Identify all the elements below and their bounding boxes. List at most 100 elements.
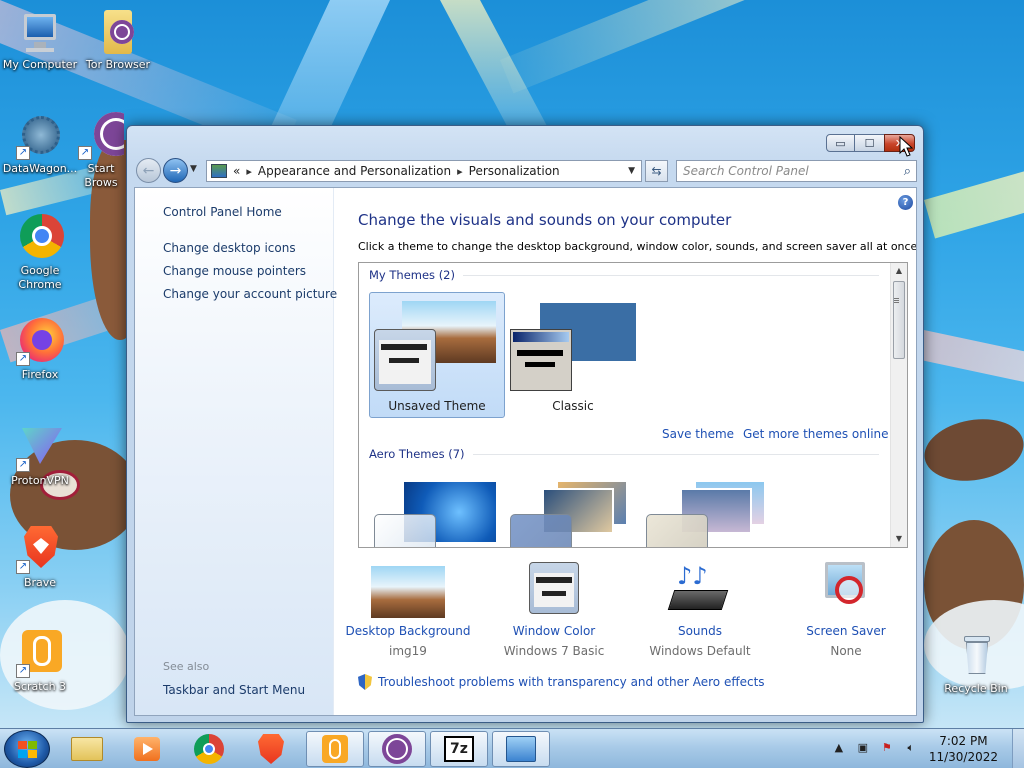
navigation-bar: ← → ▼ « ▸ Appearance and Personalization…	[135, 157, 917, 184]
desktop-icon-tor-browser[interactable]: Tor Browser	[78, 8, 158, 72]
volume-icon[interactable]: 🔈︎	[902, 741, 920, 757]
scrollbar-thumb[interactable]	[893, 281, 905, 359]
scratch-icon	[322, 735, 348, 763]
page-description: Click a theme to change the desktop back…	[358, 240, 917, 253]
theme-unsaved[interactable]: Unsaved Theme	[369, 292, 505, 418]
forward-button[interactable]: →	[163, 158, 188, 183]
network-icon[interactable]: ▣	[854, 741, 872, 757]
taskbar-media-player[interactable]	[118, 731, 176, 767]
start-button[interactable]	[4, 730, 50, 768]
desktop-icon-recycle-bin[interactable]: Recycle Bin	[936, 632, 1016, 696]
start-browser-icon: ↗	[78, 112, 124, 160]
troubleshoot-label[interactable]: Troubleshoot problems with transparency …	[378, 675, 765, 689]
theme-windows7[interactable]	[369, 471, 505, 547]
setting-title[interactable]: Window Color	[481, 624, 627, 638]
search-input[interactable]	[683, 164, 893, 178]
scroll-down-icon[interactable]: ▼	[891, 531, 907, 547]
breadcrumb-separator-icon[interactable]: ▸	[457, 165, 463, 178]
desktop-icon-datawagon[interactable]: ↗ DataWagon...	[0, 112, 80, 176]
minimize-button[interactable]: ▭	[826, 134, 855, 152]
desktop-icon-firefox[interactable]: ↗ Firefox	[0, 318, 80, 382]
recent-pages-dropdown[interactable]: ▼	[190, 164, 197, 174]
desktop-icon-label: Firefox	[21, 368, 59, 381]
wallpaper-ray	[917, 330, 1024, 383]
show-desktop-button[interactable]	[1012, 729, 1024, 768]
sounds-setting[interactable]: ♪♪ Sounds Windows Default	[627, 562, 773, 658]
screen-saver-setting[interactable]: Screen Saver None	[773, 562, 916, 658]
mouse-cursor-icon	[899, 136, 913, 157]
shortcut-arrow-icon: ↗	[16, 664, 30, 678]
maximize-button[interactable]: ☐	[855, 134, 884, 152]
refresh-icon: ⇆	[651, 164, 662, 178]
save-theme-link[interactable]: Save theme	[662, 427, 734, 441]
scroll-up-icon[interactable]: ▲	[891, 263, 907, 279]
desktop-icon-label: DataWagon...	[2, 162, 78, 175]
tor-browser-icon	[382, 734, 412, 764]
recycle-bin-icon	[952, 632, 1000, 680]
forward-arrow-icon: →	[169, 162, 182, 179]
theme-architecture[interactable]	[505, 471, 641, 547]
setting-value: Windows Default	[649, 644, 751, 658]
personalization-window[interactable]: ▭ ☐ ✕ ← → ▼ « ▸ Appearance and Personali…	[126, 125, 924, 723]
search-box[interactable]: ⌕	[676, 160, 917, 182]
action-center-icon[interactable]: ⚑	[878, 741, 896, 757]
address-dropdown-icon[interactable]: ▼	[628, 166, 635, 176]
sidebar-link-mouse-pointers[interactable]: Change mouse pointers	[163, 264, 306, 278]
themes-scrollbar[interactable]: ▲ ▼	[890, 263, 907, 547]
breadcrumb-personalization[interactable]: Personalization	[469, 164, 560, 178]
setting-title[interactable]: Screen Saver	[773, 624, 916, 638]
page-title: Change the visuals and sounds on your co…	[358, 211, 732, 229]
sidebar-link-desktop-icons[interactable]: Change desktop icons	[163, 241, 296, 255]
breadcrumb-overflow[interactable]: «	[233, 164, 240, 178]
window-preview-icon	[510, 514, 572, 547]
taskbar-scratch[interactable]	[306, 731, 364, 767]
window-preview-icon	[374, 514, 436, 547]
taskbar-7zip[interactable]: 7z	[430, 731, 488, 767]
desktop-icon-my-computer[interactable]: My Computer	[0, 8, 80, 72]
desktop-icon-google-chrome[interactable]: Google Chrome	[0, 214, 80, 292]
themes-list[interactable]: My Themes (2) Unsaved Theme Classic Save…	[358, 262, 908, 548]
taskbar-control-panel[interactable]	[492, 731, 550, 767]
taskbar-chrome[interactable]	[180, 731, 238, 767]
setting-title[interactable]: Desktop Background	[335, 624, 481, 638]
desktop-icon-scratch[interactable]: ↗ Scratch 3	[0, 630, 80, 694]
address-bar[interactable]: « ▸ Appearance and Personalization ▸ Per…	[206, 160, 642, 182]
desktop-icon-brave[interactable]: ↗ Brave	[0, 526, 80, 590]
clock[interactable]: 7:02 PM 11/30/2022	[929, 733, 998, 765]
breadcrumb-appearance[interactable]: Appearance and Personalization	[258, 164, 451, 178]
windows-logo-icon	[18, 741, 38, 759]
refresh-button[interactable]: ⇆	[645, 160, 668, 182]
troubleshoot-link[interactable]: Troubleshoot problems with transparency …	[358, 674, 765, 690]
help-icon[interactable]: ?	[898, 195, 913, 210]
back-button[interactable]: ←	[136, 158, 161, 183]
sidebar-link-taskbar[interactable]: Taskbar and Start Menu	[163, 683, 305, 697]
group-title: Aero Themes (7)	[369, 447, 465, 461]
system-tray: ▲ ▣ ⚑ 🔈︎ 7:02 PM 11/30/2022	[827, 729, 1024, 768]
desktop-background-setting[interactable]: Desktop Background img19	[335, 566, 481, 658]
search-icon[interactable]: ⌕	[904, 164, 911, 179]
desktop-icon-label: ProtonVPN	[11, 474, 69, 487]
content-area: Control Panel Home Change desktop icons …	[134, 187, 917, 716]
window-color-setting[interactable]: Window Color Windows 7 Basic	[481, 562, 627, 658]
taskbar-tor-browser[interactable]	[368, 731, 426, 767]
theme-landscapes[interactable]	[641, 471, 777, 547]
desktop-icon-protonvpn[interactable]: ↗ ProtonVPN	[0, 424, 80, 488]
desktop-icon-label: My Computer	[2, 58, 78, 71]
breadcrumb-separator-icon[interactable]: ▸	[246, 165, 252, 178]
setting-value: Windows 7 Basic	[503, 644, 605, 658]
get-more-themes-link[interactable]: Get more themes online	[743, 427, 889, 441]
wallpaper-turtle-flipper	[919, 411, 1024, 489]
desktop-icon-start-browser[interactable]: ↗ Start Brows	[78, 112, 124, 190]
shortcut-arrow-icon: ↗	[16, 458, 30, 472]
sidebar-link-account-picture[interactable]: Change your account picture	[163, 287, 337, 301]
taskbar-brave[interactable]	[242, 731, 300, 767]
sidebar-link-control-panel-home[interactable]: Control Panel Home	[163, 205, 282, 219]
setting-title[interactable]: Sounds	[627, 624, 773, 638]
window-color-icon	[517, 562, 591, 618]
wallpaper-ray	[500, 0, 829, 94]
shortcut-arrow-icon: ↗	[16, 352, 30, 366]
show-hidden-icons-icon[interactable]: ▲	[830, 741, 848, 757]
theme-classic[interactable]: Classic	[505, 292, 641, 418]
taskbar-file-explorer[interactable]	[58, 731, 116, 767]
screen-saver-icon	[809, 562, 883, 618]
